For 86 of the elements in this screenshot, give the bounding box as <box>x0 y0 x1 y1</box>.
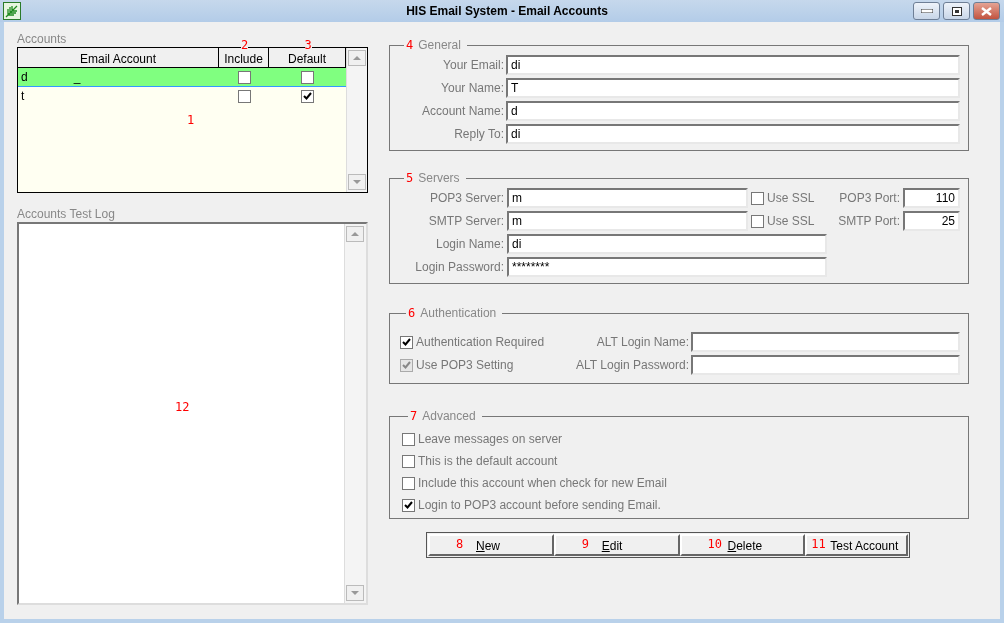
scroll-down-icon[interactable] <box>346 585 364 601</box>
email-account-cell-text: t <box>21 88 25 105</box>
text-field[interactable] <box>691 332 960 352</box>
checkbox[interactable] <box>301 89 314 103</box>
checkbox-label: Authentication Required <box>416 335 545 349</box>
annotation-number: 10 <box>707 537 722 551</box>
scrollbar[interactable] <box>344 224 366 603</box>
test-log-area[interactable]: 12 <box>17 222 368 605</box>
checkbox[interactable] <box>402 432 415 446</box>
field-label: Login Password: <box>414 260 504 274</box>
checkbox[interactable] <box>402 476 415 490</box>
checkbox-label: Use POP3 Setting <box>416 358 514 372</box>
text-field[interactable]: di <box>506 124 960 144</box>
annotation-number: 11 <box>811 537 826 551</box>
text-field[interactable]: di <box>506 55 960 75</box>
minimize-icon <box>920 9 933 13</box>
maximize-button[interactable] <box>943 2 970 20</box>
port-field[interactable]: 25 <box>903 211 960 231</box>
field-label: Account Name: <box>420 104 504 118</box>
cursor-mark: _ <box>73 69 81 86</box>
account-row[interactable]: t <box>18 87 346 106</box>
scrollbar[interactable] <box>346 48 367 192</box>
checkbox-label: Leave messages on server <box>418 432 563 446</box>
accounts-label: Accounts <box>17 32 67 46</box>
minimize-button[interactable] <box>913 2 940 20</box>
checkbox[interactable] <box>402 454 415 468</box>
scroll-up-icon[interactable] <box>346 226 364 242</box>
group-title: Advanced <box>422 409 476 423</box>
field-label: Your Name: <box>440 81 504 95</box>
text-field[interactable]: ******** <box>507 257 827 277</box>
annotation-number: 5 <box>406 171 414 185</box>
annotation-number: 3 <box>304 41 312 50</box>
annotation-number: 7 <box>410 409 418 423</box>
checkbox-label: This is the default account <box>418 454 558 468</box>
checkbox[interactable] <box>301 70 314 84</box>
group-title: General <box>418 38 461 52</box>
text-field[interactable]: T <box>506 78 960 98</box>
group-title: Servers <box>418 171 460 185</box>
annotation-number: 9 <box>581 537 589 551</box>
close-button[interactable] <box>973 2 1000 20</box>
app-icon <box>3 2 21 20</box>
checkbox[interactable] <box>402 498 415 512</box>
test-log-label: Accounts Test Log <box>17 207 115 221</box>
column-header: Email Account <box>18 48 219 67</box>
field-label: Login Name: <box>434 237 504 251</box>
action-button[interactable]: 11 Test Account <box>805 534 908 556</box>
checkbox-label: Use SSL <box>767 214 815 228</box>
group-title: Authentication <box>420 306 497 320</box>
annotation-number: 8 <box>456 537 464 551</box>
close-icon <box>981 6 992 16</box>
field-label: SMTP Server: <box>427 214 504 228</box>
text-field[interactable] <box>691 355 960 375</box>
field-label: ALT Login Name: <box>595 335 689 349</box>
annotation-number: 4 <box>406 38 414 52</box>
action-button[interactable]: 8 New <box>428 534 554 556</box>
text-field[interactable]: m <box>507 211 748 231</box>
text-field[interactable]: d <box>506 101 960 121</box>
field-label: Reply To: <box>453 127 504 141</box>
field-label: POP3 Port: <box>838 191 900 205</box>
maximize-icon <box>951 6 962 16</box>
account-row[interactable]: d _ <box>18 68 346 87</box>
field-label: SMTP Port: <box>837 214 900 228</box>
action-button[interactable]: 9 Edit <box>553 534 680 556</box>
checkbox[interactable] <box>400 335 413 349</box>
annotation-number: 2 <box>241 41 249 50</box>
annotation-number: 6 <box>408 306 416 320</box>
checkbox[interactable] <box>237 89 251 103</box>
scroll-down-icon[interactable] <box>348 174 366 190</box>
text-field[interactable]: di <box>507 234 827 254</box>
annotation-number: 1 <box>187 114 195 126</box>
email-account-cell-text: d <box>21 69 28 86</box>
checkbox-label: Include this account when check for new Email <box>418 476 667 490</box>
scroll-up-icon[interactable] <box>348 50 366 66</box>
checkbox[interactable] <box>751 191 764 205</box>
checkbox-label: Login to POP3 account before sending Email. <box>418 498 661 512</box>
field-label: POP3 Server: <box>428 191 504 205</box>
annotation-number: 12 <box>175 401 190 413</box>
action-button[interactable]: 10 Delete <box>679 534 806 556</box>
window-title: HIS Email System - Email Accounts <box>405 4 609 18</box>
field-label: ALT Login Password: <box>575 358 689 372</box>
checkbox[interactable] <box>237 70 251 84</box>
checkbox-label: Use SSL <box>767 191 815 205</box>
port-field[interactable]: 110 <box>903 188 960 208</box>
field-label: Your Email: <box>442 58 504 72</box>
text-field[interactable]: m <box>507 188 748 208</box>
checkbox[interactable] <box>751 214 764 228</box>
